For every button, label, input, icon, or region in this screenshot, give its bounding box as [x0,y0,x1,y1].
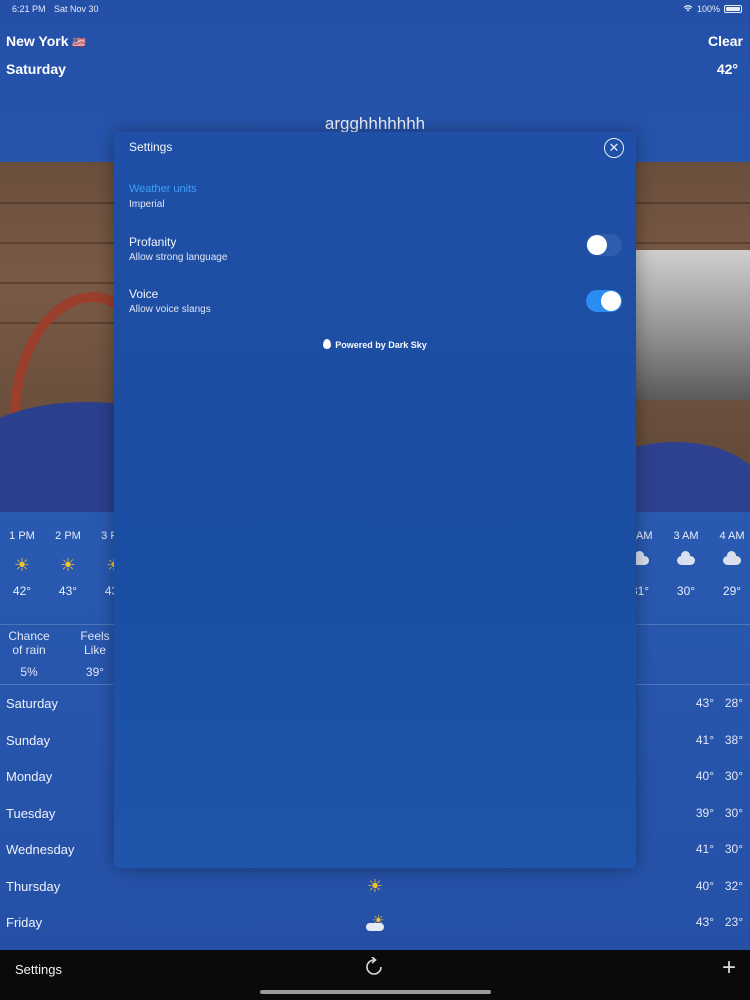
daily-low: 30° [724,842,743,856]
detail-value: 5% [20,665,38,679]
status-bar: 6:21 PM Sat Nov 30 100% [0,0,750,18]
voice-description: Allow voice slangs [129,304,211,315]
status-time: 6:21 PM [12,4,46,14]
daily-low: 32° [724,879,743,893]
daily-day: Monday [6,769,53,784]
weather-units-value[interactable]: Imperial [129,199,165,210]
powered-by-dark-sky[interactable]: Powered by Dark Sky [114,339,636,350]
daily-high: 41° [695,733,714,747]
daily-low: 38° [724,733,743,747]
daily-day: Tuesday [6,806,56,821]
detail-label: of rain [12,643,46,657]
sun-icon: ☀ [59,555,77,575]
status-right: 100% [683,4,742,14]
chance-of-rain: Chance of rain 5% [0,629,58,679]
hour-label: 3 AM [673,530,699,542]
hour-temp: 30° [676,584,696,598]
partly-cloudy-icon: ☀ [364,913,386,933]
settings-modal: Settings ✕ Weather units Imperial Profan… [114,132,636,868]
settings-button[interactable]: Settings [15,962,62,977]
daily-low: 30° [724,769,743,783]
hourly-item: 3 AM 30° [664,530,708,598]
hour-label: 4 AM [719,530,745,542]
close-icon[interactable]: ✕ [604,138,624,158]
daily-row[interactable]: Friday ☀ 43° 23° [0,905,750,941]
hourly-item: 4 AM 29° [710,530,750,598]
partly-cloudy-night-icon [675,551,697,574]
city-name[interactable]: New York 🇺🇸 [6,33,86,49]
hour-temp: 29° [722,584,742,598]
refresh-icon[interactable] [365,956,383,983]
daily-high: 40° [695,879,714,893]
powered-by-label: Powered by Dark Sky [335,340,427,350]
weather-units-label[interactable]: Weather units [129,183,197,195]
daily-day: Saturday [6,696,59,711]
daily-day: Thursday [6,879,61,894]
current-condition: Clear [707,33,743,49]
hour-temp: 43° [58,584,78,598]
wifi-icon [683,4,693,14]
toggle-knob [601,291,621,311]
profanity-toggle[interactable] [586,234,622,256]
profanity-label: Profanity [129,235,177,249]
daily-high: 43° [695,915,714,929]
daily-low: 28° [724,696,743,710]
daily-high: 43° [695,696,714,710]
daily-low: 23° [724,915,743,929]
hour-label: 1 PM [9,530,35,542]
flag-icon: 🇺🇸 [72,37,87,49]
sun-icon: ☀ [366,876,384,896]
daily-high: 41° [695,842,714,856]
daily-day: Sunday [6,733,51,748]
dark-sky-icon [323,339,332,349]
hourly-item: 1 PM ☀ 42° [0,530,44,598]
detail-label: Chance [8,629,50,643]
hourly-item: 2 PM ☀ 43° [46,530,90,598]
photo-detail [630,250,750,400]
profanity-description: Allow strong language [129,252,228,263]
status-date: Sat Nov 30 [54,4,99,14]
current-day: Saturday [6,61,66,77]
plus-icon[interactable]: + [722,954,736,982]
hour-temp: 42° [12,584,32,598]
daily-high: 40° [695,769,714,783]
modal-title: Settings [129,140,173,154]
home-indicator [260,990,491,994]
weather-headline: argghhhhhhh [324,114,426,133]
daily-low: 30° [724,806,743,820]
daily-day: Wednesday [6,842,75,857]
current-temperature: 42° [716,61,738,77]
daily-day: Friday [6,915,43,930]
hour-label: 2 PM [55,530,81,542]
daily-high: 39° [695,806,714,820]
voice-label: Voice [129,287,159,301]
city-label: New York [6,33,69,49]
toggle-knob [587,235,607,255]
battery-percent: 100% [696,4,720,14]
battery-icon [724,5,742,13]
partly-cloudy-night-icon [721,551,743,574]
voice-toggle[interactable] [586,290,622,312]
sun-icon: ☀ [13,555,31,575]
daily-row[interactable]: Thursday ☀ 40° 32° [0,869,750,905]
